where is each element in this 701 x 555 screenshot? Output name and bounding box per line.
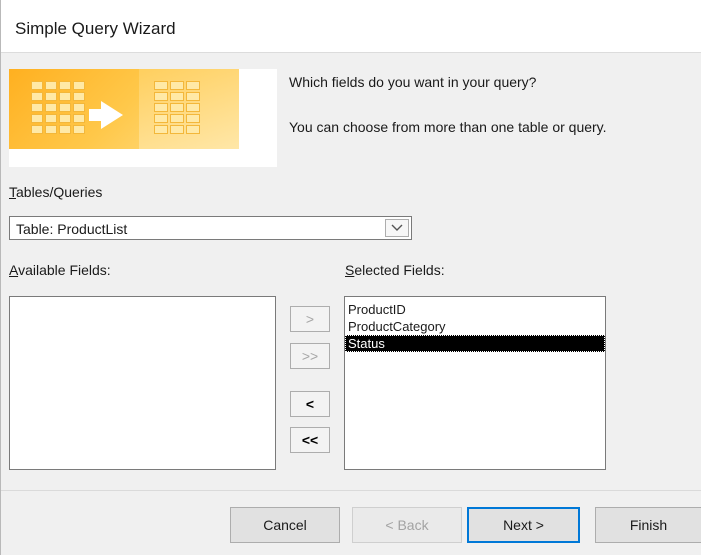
- cancel-button[interactable]: Cancel: [230, 507, 340, 543]
- back-button[interactable]: < Back: [352, 507, 462, 543]
- selected-fields-list[interactable]: ProductID ProductCategory Status: [344, 296, 606, 470]
- remove-all-fields-button[interactable]: <<: [290, 427, 330, 453]
- tables-queries-combo[interactable]: Table: ProductList: [9, 216, 412, 240]
- footer-divider: [1, 490, 701, 491]
- available-fields-list[interactable]: [9, 296, 276, 470]
- add-field-button[interactable]: >: [290, 306, 330, 332]
- list-item[interactable]: ProductID: [345, 301, 605, 318]
- finish-button[interactable]: Finish: [595, 507, 701, 543]
- wizard-illustration: [9, 69, 277, 167]
- arrow-right-icon: [101, 101, 123, 129]
- list-item[interactable]: ProductCategory: [345, 318, 605, 335]
- next-button[interactable]: Next >: [467, 507, 580, 543]
- source-table-icon: [31, 81, 85, 134]
- tables-queries-label: Tables/Queries: [9, 184, 103, 200]
- list-item-selected[interactable]: Status: [345, 335, 605, 352]
- combo-dropdown-button[interactable]: [385, 219, 409, 237]
- intro-question: Which fields do you want in your query?: [289, 74, 537, 90]
- title-bar: Simple Query Wizard: [1, 0, 701, 53]
- intro-hint: You can choose from more than one table …: [289, 119, 607, 135]
- selected-fields-label: Selected Fields:: [345, 262, 445, 278]
- query-table-icon: [154, 81, 200, 134]
- chevron-down-icon: [391, 224, 403, 231]
- window-title: Simple Query Wizard: [15, 19, 176, 38]
- available-fields-label: Available Fields:: [9, 262, 111, 278]
- query-wizard-dialog: Simple Query Wizard Which fields do you …: [0, 0, 701, 555]
- tables-queries-value: Table: ProductList: [16, 221, 128, 237]
- remove-field-button[interactable]: <: [290, 391, 330, 417]
- add-all-fields-button[interactable]: >>: [290, 343, 330, 369]
